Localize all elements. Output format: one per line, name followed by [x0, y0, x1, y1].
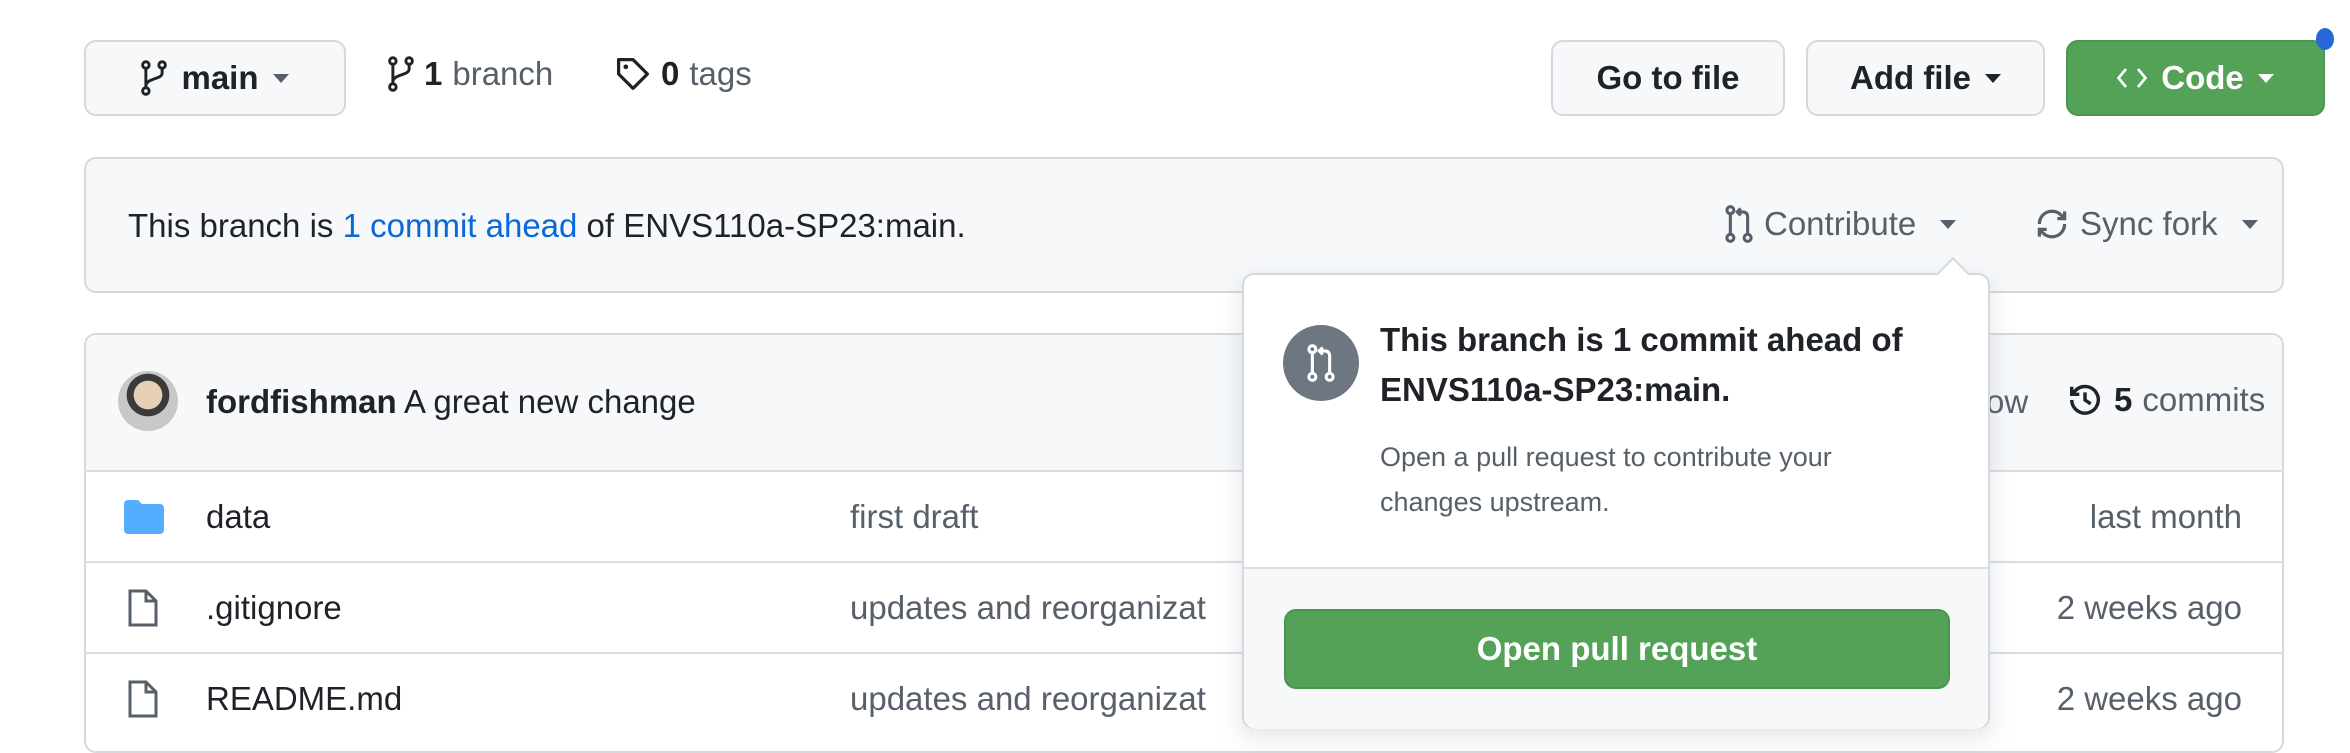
sync-fork-button[interactable]: Sync fork: [2034, 205, 2258, 243]
commit-summary: fordfishman A great new change: [206, 383, 696, 421]
code-icon: [2117, 65, 2148, 91]
commit-time: ow: [1986, 383, 2029, 420]
commit-ahead-link[interactable]: 1 commit ahead: [343, 207, 578, 244]
file-icon: [128, 589, 158, 627]
avatar[interactable]: [118, 371, 178, 431]
branch-name: main: [181, 59, 259, 96]
file-commit-message[interactable]: updates and reorganizat: [850, 589, 1206, 627]
file-name[interactable]: README.md: [206, 680, 402, 718]
file-time: last month: [2089, 497, 2242, 535]
popover-body: Open a pull request to contribute your c…: [1380, 442, 1832, 517]
contribute-label: Contribute: [1764, 205, 1917, 242]
banner-suffix: of ENVS110a-SP23:main.: [577, 207, 966, 244]
code-button[interactable]: Code: [2066, 40, 2325, 116]
branch-count: 1: [424, 55, 443, 92]
commit-author[interactable]: fordfishman: [206, 383, 397, 420]
open-pull-request-button[interactable]: Open pull request: [1284, 609, 1950, 689]
fork-status-text: This branch is 1 commit ahead of ENVS110…: [128, 207, 966, 245]
popover-title: This branch is 1 commit ahead of ENVS110…: [1380, 321, 1903, 408]
git-branch-icon: [141, 60, 168, 96]
commits-link[interactable]: 5 commits: [2066, 381, 2265, 419]
caret-down-icon: [1985, 73, 2001, 83]
file-name[interactable]: .gitignore: [206, 589, 342, 627]
file-time: 2 weeks ago: [2056, 588, 2242, 626]
open-pull-request-label: Open pull request: [1476, 630, 1758, 667]
add-file-label: Add file: [1850, 59, 1971, 96]
banner-prefix: This branch is: [128, 207, 343, 244]
git-pull-request-icon: [1724, 205, 1754, 243]
tag-count: 0: [661, 55, 680, 92]
tag-icon: [615, 56, 651, 92]
branch-label: branch: [452, 55, 554, 92]
file-commit-message[interactable]: updates and reorganizat: [850, 680, 1206, 718]
tag-label: tags: [689, 55, 752, 92]
commits-label: commits: [2142, 381, 2266, 418]
go-to-file-button[interactable]: Go to file: [1551, 40, 1785, 116]
go-to-file-label: Go to file: [1596, 59, 1740, 96]
file-icon: [128, 680, 158, 718]
contribute-popover: This branch is 1 commit ahead of ENVS110…: [1242, 257, 1990, 729]
tags-link[interactable]: 0 tags: [615, 55, 752, 93]
notification-dot: [2316, 28, 2334, 50]
file-time: 2 weeks ago: [2056, 679, 2242, 717]
caret-down-icon: [272, 73, 289, 83]
caret-down-icon: [1940, 219, 1957, 229]
caret-down-icon: [2257, 73, 2274, 83]
sync-fork-label: Sync fork: [2080, 205, 2218, 242]
branch-select-button[interactable]: main: [84, 40, 346, 116]
git-branch-icon: [388, 56, 414, 92]
pull-request-icon: [1283, 325, 1359, 401]
contribute-button[interactable]: Contribute: [1724, 205, 1957, 243]
caret-down-icon: [2241, 219, 2258, 229]
folder-icon: [124, 499, 164, 534]
commit-count: 5: [2114, 381, 2133, 418]
code-label: Code: [2161, 59, 2244, 96]
file-commit-message[interactable]: first draft: [850, 498, 978, 536]
file-name[interactable]: data: [206, 498, 270, 536]
add-file-button[interactable]: Add file: [1806, 40, 2045, 116]
sync-icon: [2034, 206, 2070, 242]
history-icon: [2066, 381, 2104, 419]
branches-link[interactable]: 1 branch: [388, 55, 553, 93]
commit-message[interactable]: A great new change: [404, 383, 696, 420]
